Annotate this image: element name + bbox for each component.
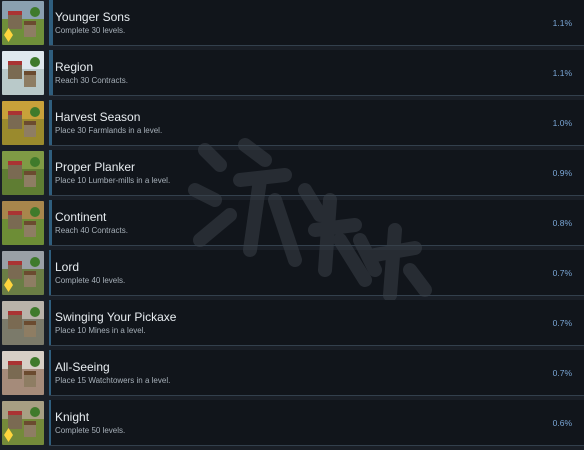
achievement-row[interactable]: Younger Sons Complete 30 levels. 1.1% [0, 0, 584, 46]
achievement-percent: 0.7% [552, 268, 572, 278]
achievement-title: Younger Sons [55, 10, 130, 24]
achievement-description: Place 15 Watchtowers in a level. [55, 376, 171, 385]
achievement-icon [2, 301, 44, 345]
achievement-description: Complete 30 levels. [55, 26, 126, 35]
achievement-title: Swinging Your Pickaxe [55, 310, 177, 324]
achievement-percent: 0.9% [552, 168, 572, 178]
achievement-panel: All-Seeing Place 15 Watchtowers in a lev… [49, 350, 584, 396]
achievement-title: All-Seeing [55, 360, 110, 374]
achievement-panel: Swinging Your Pickaxe Place 10 Mines in … [49, 300, 584, 346]
achievement-description: Complete 50 levels. [55, 426, 126, 435]
achievement-icon [2, 51, 44, 95]
achievement-icon [2, 201, 44, 245]
achievement-percent: 0.8% [552, 218, 572, 228]
achievement-title: Continent [55, 210, 107, 224]
achievement-description: Place 10 Lumber-mills in a level. [55, 176, 171, 185]
achievement-panel: Region Reach 30 Contracts. 1.1% [49, 50, 584, 96]
global-unlock-progress-bar [49, 250, 51, 295]
achievement-row[interactable]: Swinging Your Pickaxe Place 10 Mines in … [0, 300, 584, 346]
achievement-list: Younger Sons Complete 30 levels. 1.1% Re… [0, 0, 584, 450]
achievement-panel: Harvest Season Place 30 Farmlands in a l… [49, 100, 584, 146]
achievement-icon [2, 151, 44, 195]
achievement-percent: 0.7% [552, 368, 572, 378]
achievement-row[interactable]: All-Seeing Place 15 Watchtowers in a lev… [0, 350, 584, 396]
global-unlock-progress-bar [49, 350, 51, 395]
achievement-panel: Continent Reach 40 Contracts. 0.8% [49, 200, 584, 246]
achievement-description: Reach 40 Contracts. [55, 226, 128, 235]
achievement-percent: 1.0% [552, 118, 572, 128]
achievement-icon [2, 101, 44, 145]
achievement-description: Complete 40 levels. [55, 276, 126, 285]
achievement-icon [2, 401, 44, 445]
achievement-panel: Younger Sons Complete 30 levels. 1.1% [49, 0, 584, 46]
achievement-percent: 1.1% [552, 18, 572, 28]
achievement-percent: 0.6% [552, 418, 572, 428]
achievement-row[interactable]: Region Reach 30 Contracts. 1.1% [0, 50, 584, 96]
global-unlock-progress-bar [49, 150, 52, 195]
achievement-percent: 0.7% [552, 318, 572, 328]
achievement-icon [2, 351, 44, 395]
global-unlock-progress-bar [49, 100, 52, 145]
achievement-panel: Knight Complete 50 levels. 0.6% [49, 400, 584, 446]
achievement-row[interactable]: Lord Complete 40 levels. 0.7% [0, 250, 584, 296]
achievement-description: Place 30 Farmlands in a level. [55, 126, 163, 135]
achievement-description: Place 10 Mines in a level. [55, 326, 146, 335]
achievement-panel: Proper Planker Place 10 Lumber-mills in … [49, 150, 584, 196]
achievement-row[interactable]: Knight Complete 50 levels. 0.6% [0, 400, 584, 446]
achievement-description: Reach 30 Contracts. [55, 76, 128, 85]
achievement-panel: Lord Complete 40 levels. 0.7% [49, 250, 584, 296]
global-unlock-progress-bar [49, 200, 52, 245]
achievement-title: Harvest Season [55, 110, 141, 124]
global-unlock-progress-bar [49, 300, 51, 345]
achievement-percent: 1.1% [552, 68, 572, 78]
achievement-icon [2, 1, 44, 45]
achievement-row[interactable]: Proper Planker Place 10 Lumber-mills in … [0, 150, 584, 196]
achievement-title: Proper Planker [55, 160, 136, 174]
global-unlock-progress-bar [49, 400, 51, 445]
achievement-title: Lord [55, 260, 80, 274]
achievement-row[interactable]: Continent Reach 40 Contracts. 0.8% [0, 200, 584, 246]
achievement-title: Knight [55, 410, 90, 424]
achievement-icon [2, 251, 44, 295]
achievement-title: Region [55, 60, 94, 74]
achievement-row[interactable]: Harvest Season Place 30 Farmlands in a l… [0, 100, 584, 146]
global-unlock-progress-bar [49, 0, 53, 45]
global-unlock-progress-bar [49, 50, 53, 95]
